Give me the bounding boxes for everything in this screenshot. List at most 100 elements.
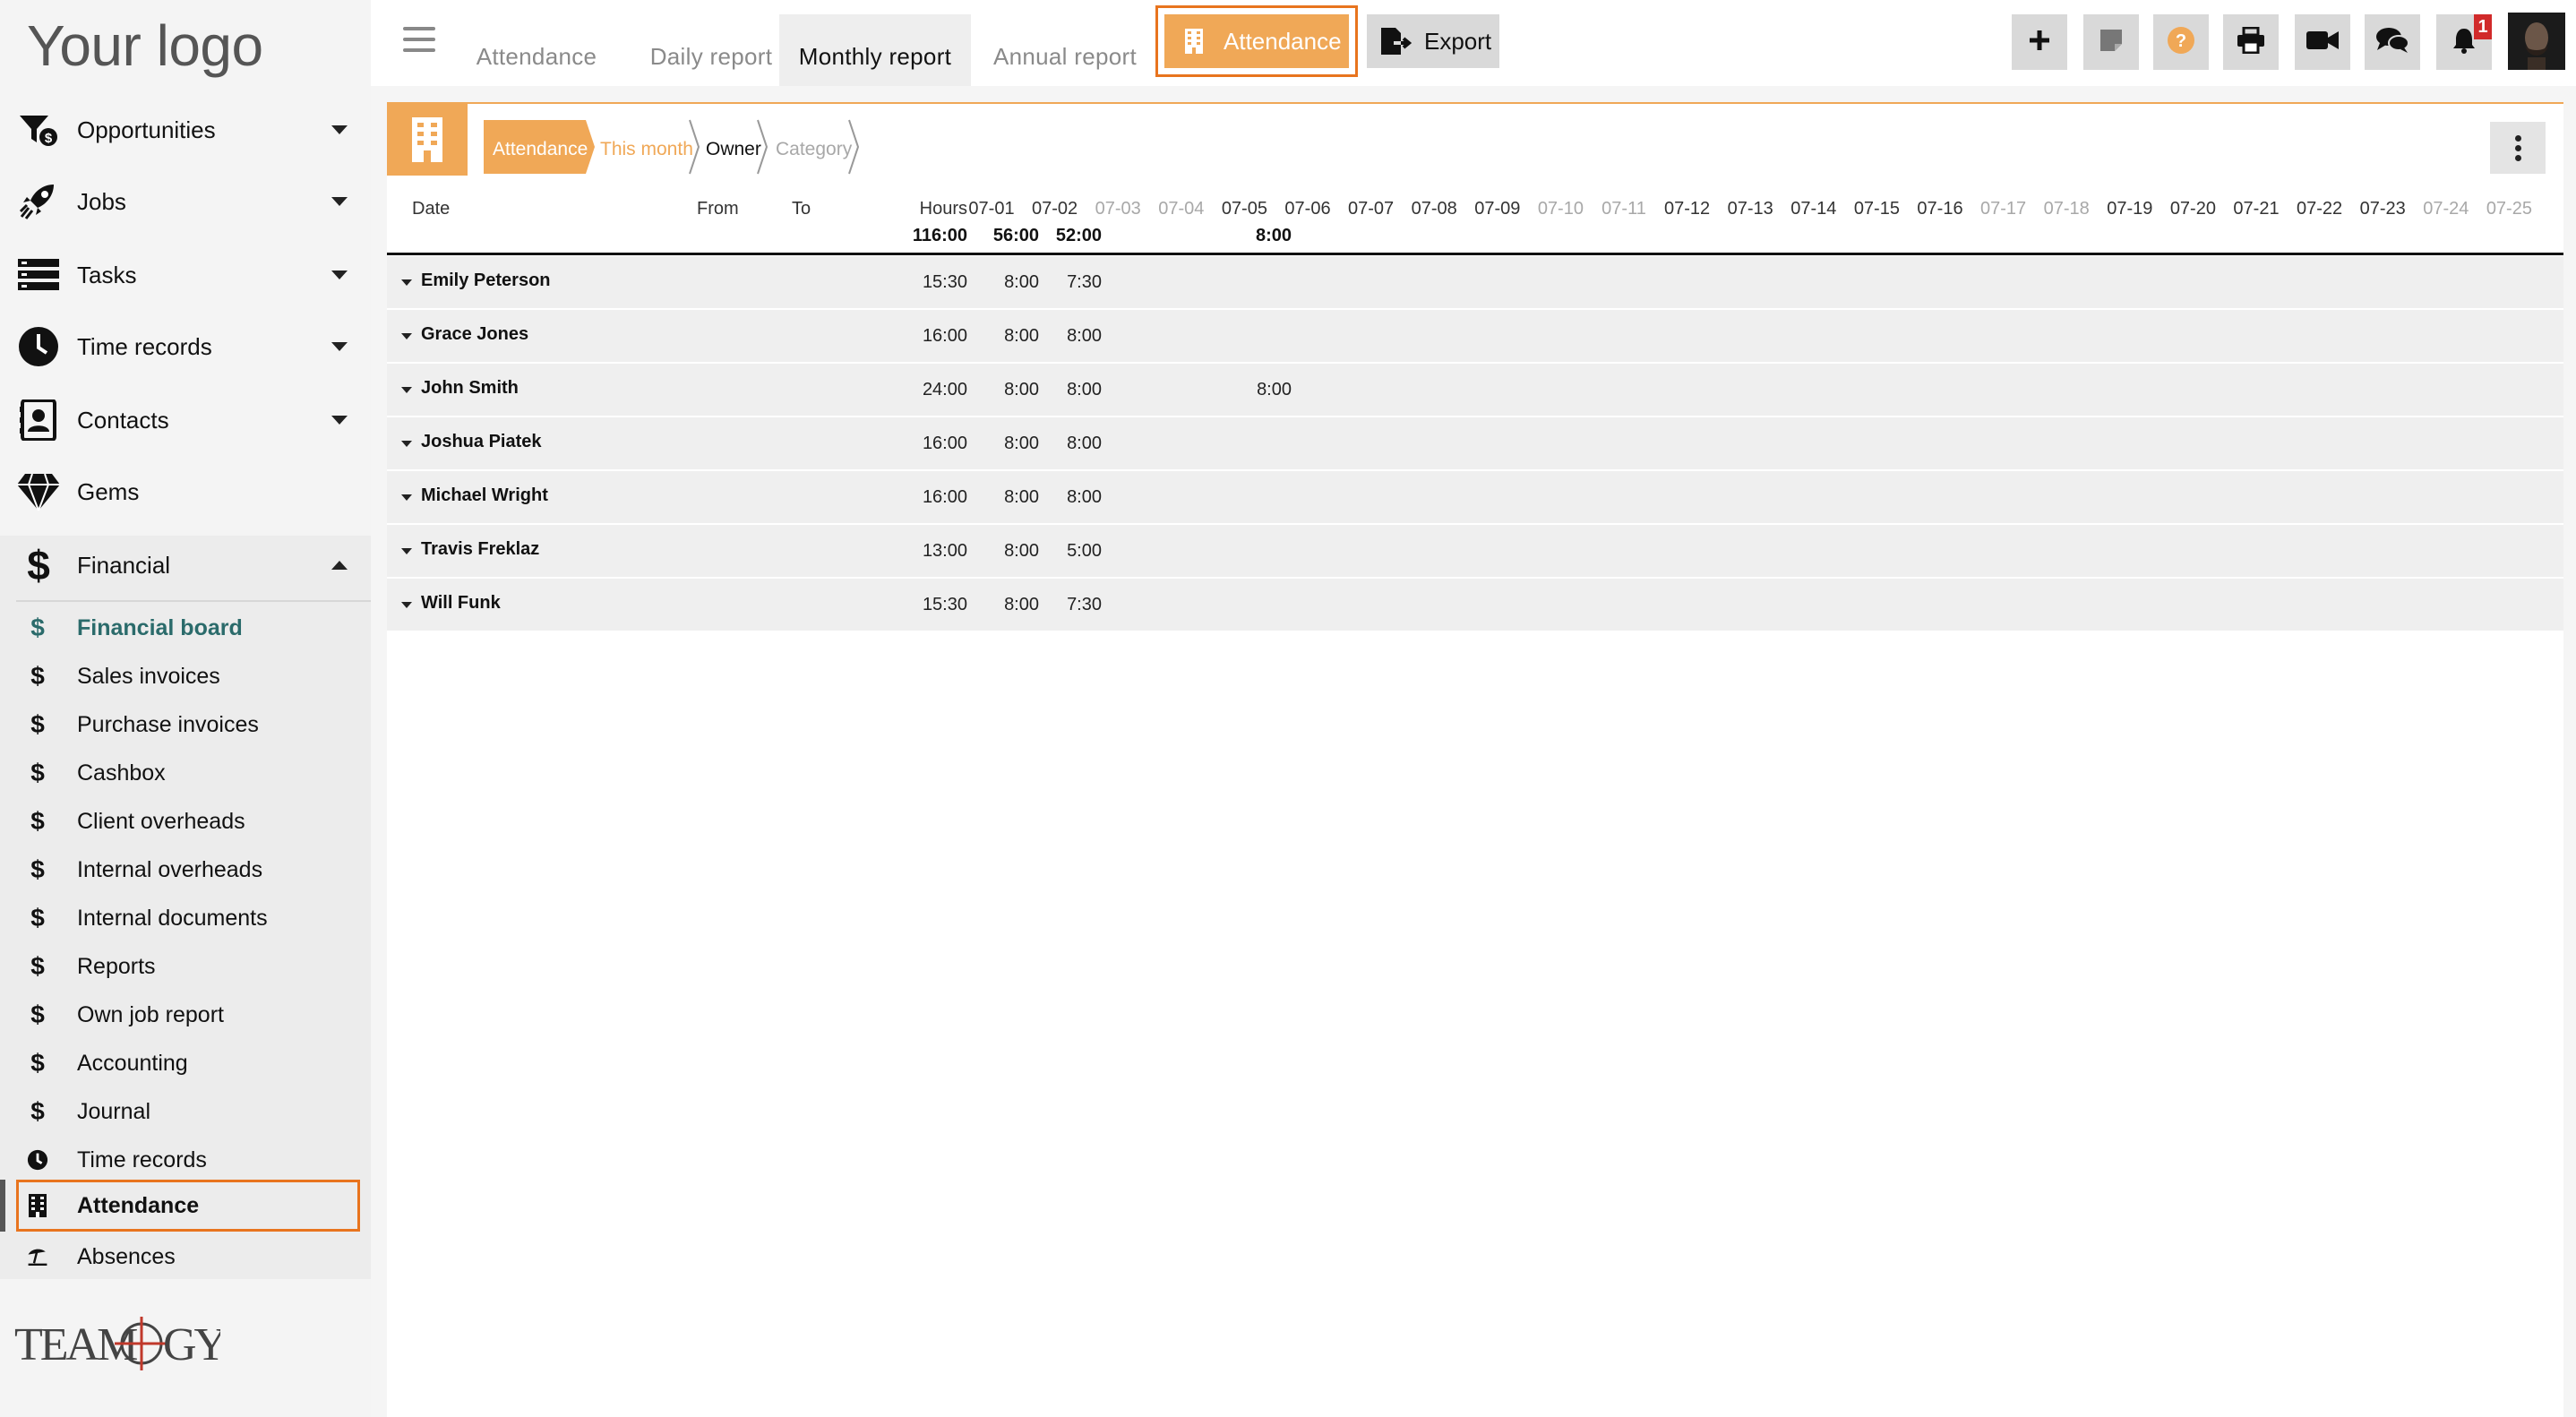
column-header-day[interactable]: 07-25 — [2482, 199, 2536, 219]
tab-attendance[interactable]: Attendance — [469, 14, 604, 86]
column-header-day[interactable]: 07-07 — [1344, 199, 1398, 219]
column-header-day[interactable]: 07-16 — [1913, 199, 1967, 219]
column-header-day[interactable]: 07-21 — [2229, 199, 2283, 219]
sidebar-item-client-overheads[interactable]: $ Client overheads — [0, 799, 371, 844]
expand-caret-icon[interactable] — [401, 548, 412, 554]
expand-caret-icon[interactable] — [401, 333, 412, 339]
sidebar-item-jobs[interactable]: Jobs — [0, 167, 371, 236]
column-header-day[interactable]: 07-13 — [1723, 199, 1777, 219]
column-header-day[interactable]: 07-15 — [1850, 199, 1903, 219]
employee-name[interactable]: Grace Jones — [421, 324, 528, 345]
employee-name[interactable]: Michael Wright — [421, 485, 548, 506]
expand-caret-icon[interactable] — [401, 387, 412, 393]
sidebar-item-accounting[interactable]: $ Accounting — [0, 1041, 371, 1086]
column-header-to[interactable]: To — [792, 199, 811, 219]
chevron-down-icon[interactable] — [331, 125, 348, 134]
breadcrumb-item-owner[interactable]: Owner — [706, 139, 761, 159]
expand-caret-icon[interactable] — [401, 602, 412, 608]
column-header-day[interactable]: 07-08 — [1407, 199, 1461, 219]
sidebar-item-time-records[interactable]: Time records — [0, 312, 371, 382]
employee-name[interactable]: Will Funk — [421, 593, 501, 614]
column-header-day[interactable]: 07-19 — [2103, 199, 2157, 219]
expand-caret-icon[interactable] — [401, 279, 412, 286]
add-button[interactable] — [2012, 14, 2067, 70]
tab-monthly-report[interactable]: Monthly report — [779, 14, 971, 86]
sidebar-item-internal-documents[interactable]: $ Internal documents — [0, 896, 371, 940]
column-header-day[interactable]: 07-02 — [1028, 199, 1082, 219]
column-header-day[interactable]: 07-03 — [1091, 199, 1145, 219]
sidebar-item-own-job-report[interactable]: $ Own job report — [0, 992, 371, 1037]
sidebar-item-opportunities[interactable]: $ Opportunities — [0, 95, 371, 165]
attendance-button[interactable]: Attendance — [1164, 14, 1349, 68]
sidebar-item-financial-board[interactable]: $ Financial board — [0, 605, 371, 650]
breadcrumb-item-category[interactable]: Category — [776, 139, 853, 159]
column-header-day[interactable]: 07-11 — [1597, 199, 1651, 219]
column-header-day[interactable]: 07-09 — [1471, 199, 1524, 219]
employee-name[interactable]: Joshua Piatek — [421, 432, 542, 452]
column-header-day[interactable]: 07-20 — [2166, 199, 2220, 219]
column-header-hours[interactable]: Hours — [889, 199, 967, 219]
column-header-day[interactable]: 07-04 — [1155, 199, 1208, 219]
table-row[interactable]: Emily Peterson 15:30 8:00 7:30 — [387, 256, 2563, 310]
column-header-date[interactable]: Date — [412, 199, 450, 219]
kebab-menu-icon — [2514, 133, 2521, 163]
breadcrumb: Attendance This month Owner Category — [484, 119, 860, 175]
column-header-day[interactable]: 07-24 — [2419, 199, 2473, 219]
tab-daily-report[interactable]: Daily report — [631, 14, 792, 86]
column-header-from[interactable]: From — [697, 199, 739, 219]
more-options-button[interactable] — [2490, 122, 2546, 174]
chevron-down-icon[interactable] — [331, 197, 348, 206]
sidebar-item-reports[interactable]: $ Reports — [0, 944, 371, 989]
sidebar-item-label: Cashbox — [77, 760, 166, 786]
table-row[interactable]: Will Funk 15:30 8:00 7:30 — [387, 579, 2563, 632]
cell-hours: 24:00 — [922, 380, 967, 399]
column-header-day[interactable]: 07-14 — [1787, 199, 1841, 219]
chevron-down-icon[interactable] — [331, 416, 348, 425]
chevron-down-icon[interactable] — [331, 342, 348, 351]
table-row[interactable]: Michael Wright 16:00 8:00 8:00 — [387, 471, 2563, 525]
sidebar-item-purchase-invoices[interactable]: $ Purchase invoices — [0, 702, 371, 747]
column-header-day[interactable]: 07-05 — [1217, 199, 1271, 219]
sidebar-item-internal-overheads[interactable]: $ Internal overheads — [0, 847, 371, 892]
sticky-note-button[interactable] — [2083, 14, 2139, 70]
sidebar-item-sales-invoices[interactable]: $ Sales invoices — [0, 654, 371, 699]
sidebar-item-cashbox[interactable]: $ Cashbox — [0, 751, 371, 795]
sidebar-item-tasks[interactable]: Tasks — [0, 240, 371, 310]
sidebar-item-time-records-sub[interactable]: Time records — [0, 1138, 371, 1182]
table-row[interactable]: John Smith 24:00 8:00 8:00 8:00 — [387, 364, 2563, 417]
column-header-day[interactable]: 07-10 — [1533, 199, 1587, 219]
sidebar-item-absences[interactable]: Absences — [0, 1234, 371, 1279]
print-button[interactable] — [2223, 14, 2279, 70]
table-row[interactable]: Travis Freklaz 13:00 8:00 5:00 — [387, 525, 2563, 579]
hamburger-menu-icon[interactable] — [403, 27, 435, 54]
cell-07-02: 7:30 — [1067, 595, 1102, 614]
expand-caret-icon[interactable] — [401, 441, 412, 447]
sidebar-item-journal[interactable]: $ Journal — [0, 1089, 371, 1134]
export-button[interactable]: Export — [1367, 14, 1499, 68]
employee-name[interactable]: Emily Peterson — [421, 271, 551, 291]
column-header-day[interactable]: 07-17 — [1977, 199, 2031, 219]
column-header-day[interactable]: 07-06 — [1281, 199, 1335, 219]
tab-annual-report[interactable]: Annual report — [980, 14, 1150, 86]
company-logo[interactable]: Your logo — [27, 13, 263, 79]
chevron-down-icon[interactable] — [331, 271, 348, 279]
video-call-button[interactable] — [2295, 14, 2350, 70]
chevron-up-icon[interactable] — [331, 561, 348, 570]
column-header-day[interactable]: 07-18 — [2039, 199, 2093, 219]
breadcrumb-item-this-month[interactable]: This month — [600, 139, 693, 159]
sidebar-item-financial[interactable]: $ Financial — [0, 530, 371, 600]
table-row[interactable]: Grace Jones 16:00 8:00 8:00 — [387, 310, 2563, 364]
column-header-day[interactable]: 07-01 — [965, 199, 1018, 219]
sidebar-item-contacts[interactable]: Contacts — [0, 385, 371, 455]
column-header-day[interactable]: 07-12 — [1661, 199, 1714, 219]
employee-name[interactable]: Travis Freklaz — [421, 539, 539, 560]
avatar[interactable] — [2508, 13, 2565, 70]
table-row[interactable]: Joshua Piatek 16:00 8:00 8:00 — [387, 417, 2563, 471]
expand-caret-icon[interactable] — [401, 494, 412, 501]
employee-name[interactable]: John Smith — [421, 378, 519, 399]
column-header-day[interactable]: 07-22 — [2293, 199, 2347, 219]
chat-button[interactable] — [2365, 14, 2420, 70]
help-button[interactable]: ? — [2153, 14, 2209, 70]
column-header-day[interactable]: 07-23 — [2356, 199, 2409, 219]
sidebar-item-gems[interactable]: Gems — [0, 457, 371, 527]
